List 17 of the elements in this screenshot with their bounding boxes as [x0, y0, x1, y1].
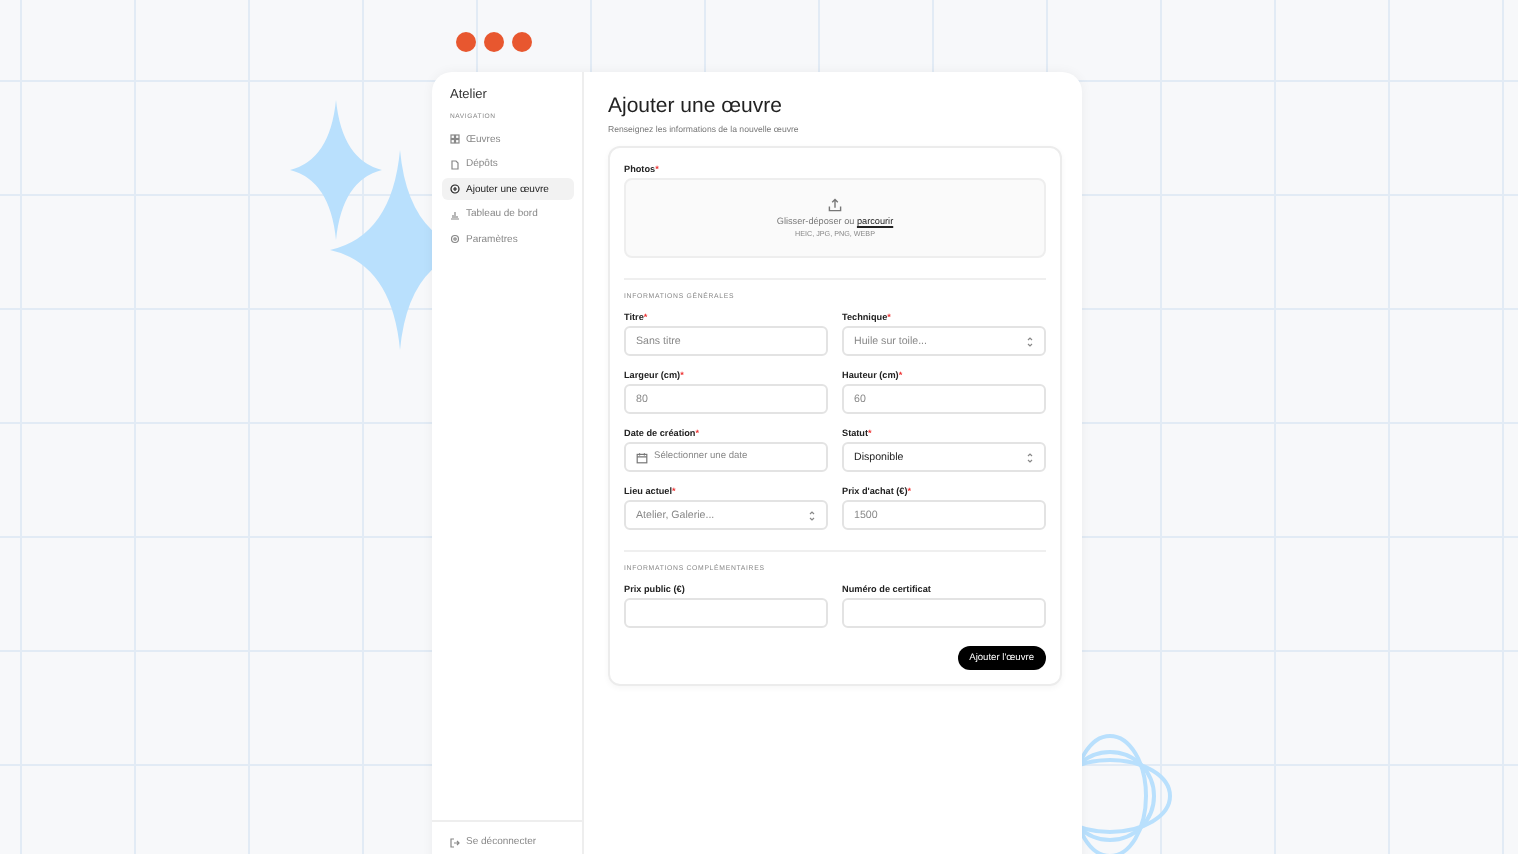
document-icon — [450, 159, 460, 169]
calendar-icon — [636, 451, 648, 463]
chart-icon — [450, 209, 460, 219]
chevron-updown-icon — [1026, 335, 1034, 347]
chevron-updown-icon — [808, 509, 816, 521]
window-dot — [484, 32, 504, 52]
chevron-updown-icon — [1026, 451, 1034, 463]
plus-circle-icon — [450, 184, 460, 194]
page-title: Ajouter une œuvre — [608, 94, 784, 118]
grid-icon — [450, 134, 460, 144]
window-dot — [456, 32, 476, 52]
input-field[interactable] — [624, 598, 828, 628]
gear-icon — [450, 234, 460, 244]
logout-icon — [450, 837, 460, 847]
window-dot — [512, 32, 532, 52]
upload-icon — [828, 198, 842, 212]
input-field[interactable] — [842, 598, 1046, 628]
